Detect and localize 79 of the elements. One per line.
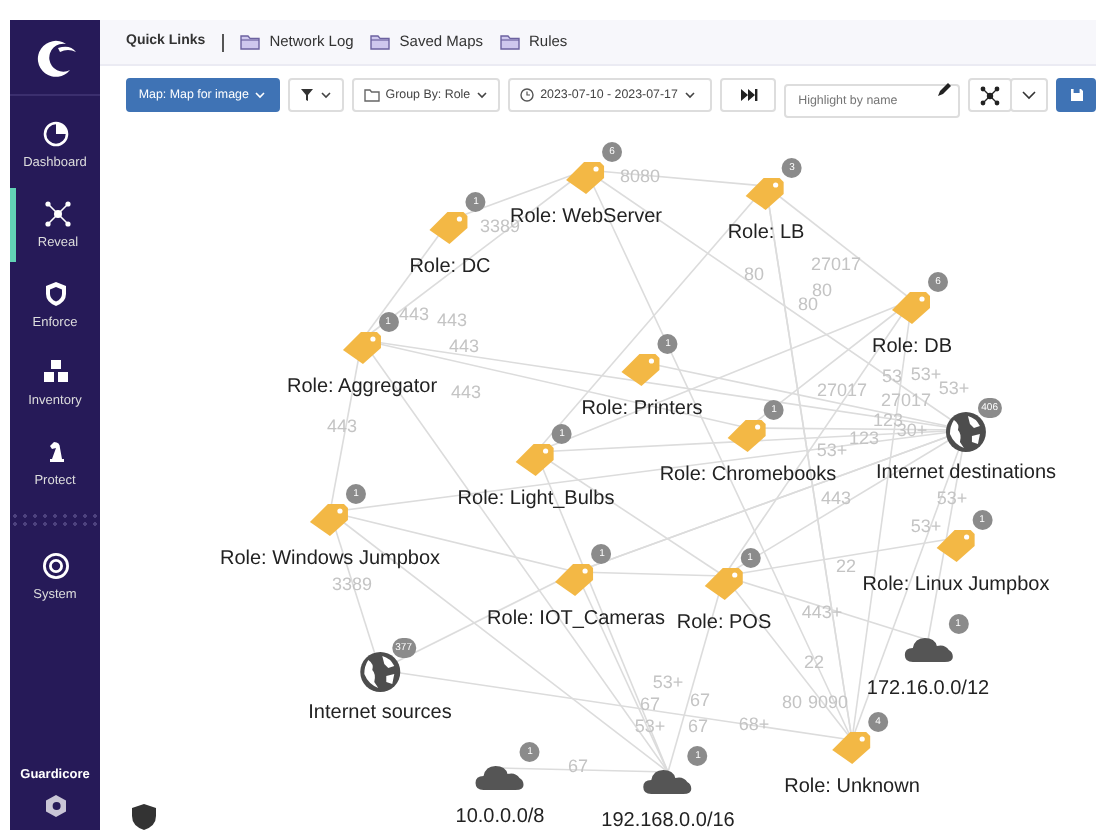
pencil-icon[interactable] — [936, 81, 953, 97]
port-label: 67 — [640, 694, 660, 714]
port-label: 80 — [744, 264, 764, 284]
caret-icon — [319, 90, 332, 100]
port-label: 53+ — [634, 716, 666, 736]
folder-icon — [363, 88, 380, 102]
port-label: 53+ — [816, 440, 848, 460]
port-label: 443 — [450, 382, 482, 402]
node-label: Role: Windows Jumpbox — [219, 546, 441, 574]
shield-icon — [41, 279, 69, 307]
skip-forward-button[interactable] — [720, 78, 777, 112]
node-label: Role: Unknown — [784, 774, 920, 802]
node-label: Role: POS — [676, 610, 772, 638]
layout-button[interactable] — [968, 78, 1013, 112]
port-label: 53+ — [938, 378, 970, 398]
port-label: 443 — [436, 310, 468, 330]
node-label: 192.168.0.0/16 — [601, 808, 735, 830]
port-label: 80 — [782, 692, 802, 712]
port-label: 443 — [326, 416, 358, 436]
node-label: Role: Aggregator — [286, 374, 438, 402]
port-label: 53+ — [910, 516, 942, 536]
folder-icon — [499, 34, 519, 50]
port-label: 123 — [848, 428, 880, 448]
caret-icon — [683, 90, 696, 100]
network-icon — [44, 199, 72, 228]
port-label: 443+ — [801, 602, 843, 622]
filter-button[interactable] — [287, 78, 344, 112]
node-label: Role: Light_Bulbs — [457, 486, 615, 514]
port-label: 53 — [882, 366, 902, 386]
globe-icon[interactable] — [944, 409, 988, 454]
node-label: Role: LB — [727, 220, 805, 248]
port-label: 22 — [836, 556, 856, 576]
node-label: 172.16.0.0/12 — [866, 676, 990, 704]
node-label: Role: Chromebooks — [659, 462, 837, 490]
port-label: 68+ — [738, 714, 770, 734]
shield-icon[interactable] — [130, 802, 158, 830]
filter-icon — [299, 88, 314, 102]
globe-icon[interactable] — [358, 649, 402, 694]
folder-icon — [369, 34, 390, 50]
node-label: Role: IOT_Cameras — [487, 606, 665, 634]
port-label: 53+ — [910, 364, 942, 384]
port-label: 80 — [798, 294, 818, 314]
skip-icon — [739, 88, 758, 102]
node-label: 10.0.0.0/8 — [455, 804, 545, 830]
dashboard-icon — [41, 120, 69, 148]
port-label: 27017 — [810, 254, 862, 274]
logo-icon[interactable] — [33, 35, 77, 79]
port-label: 67 — [690, 690, 710, 710]
dropdown-button[interactable] — [1010, 78, 1049, 112]
port-label: 443 — [398, 304, 430, 324]
caret-icon — [476, 90, 489, 100]
node-label: Role: Linux Jumpbox — [862, 572, 1050, 600]
port-label: 22 — [804, 652, 824, 672]
port-label: 53+ — [936, 488, 968, 508]
node-label: Internet sources — [308, 700, 452, 728]
layout-icon — [980, 85, 1001, 105]
node-label: Role: DC — [409, 254, 491, 282]
save-button[interactable] — [1056, 78, 1096, 112]
clock-icon — [520, 88, 535, 102]
port-label: 443 — [448, 336, 480, 356]
port-label: 443 — [820, 488, 852, 508]
node-label: Internet destinations — [875, 460, 1057, 488]
port-label: 80 — [812, 280, 832, 300]
port-label: 53+ — [652, 672, 684, 692]
node-label: Role: DB — [872, 334, 952, 362]
port-label: 27017 — [816, 380, 868, 400]
port-label: 27017 — [880, 390, 932, 410]
folder-icon — [239, 34, 260, 50]
port-label: 67 — [568, 756, 588, 776]
node-label: Role: Printers — [581, 396, 703, 424]
port-label: 67 — [688, 716, 708, 736]
gear-icon — [41, 551, 69, 580]
boxes-icon — [41, 358, 69, 387]
port-label: 8080 — [619, 166, 661, 186]
hexagon-logo-icon — [43, 794, 67, 818]
port-label: 9090 — [807, 692, 849, 712]
port-label: 3389 — [331, 574, 373, 594]
caret-icon — [254, 90, 267, 100]
chevron-down-icon — [1022, 90, 1037, 100]
